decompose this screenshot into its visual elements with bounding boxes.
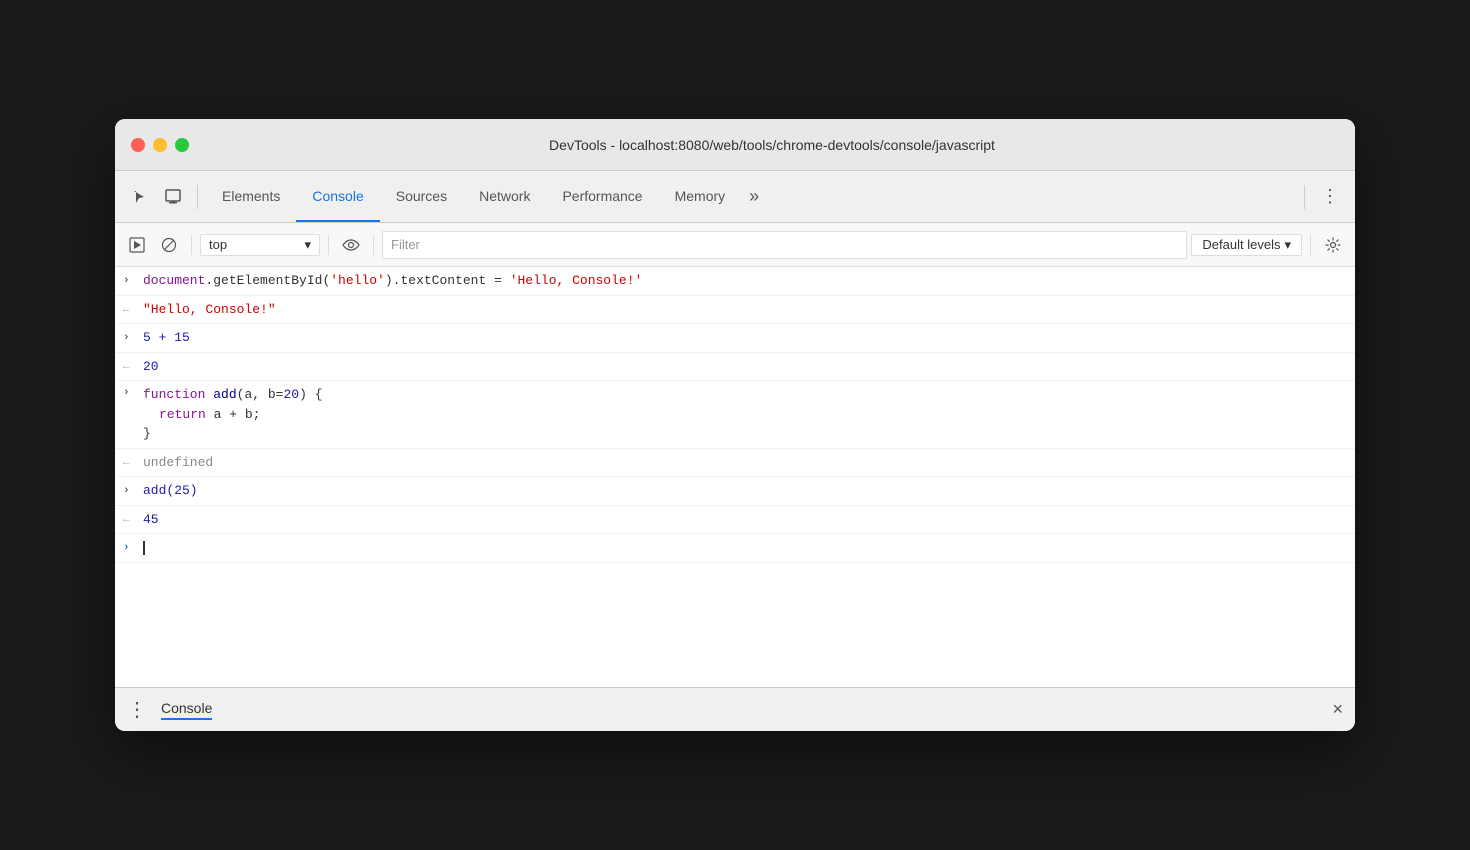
toolbar-separator (197, 185, 198, 209)
console-separator-3 (373, 235, 374, 255)
tab-elements[interactable]: Elements (206, 171, 296, 222)
cursor (143, 541, 145, 555)
console-line: ← 45 (115, 506, 1355, 535)
console-separator-4 (1310, 235, 1311, 255)
console-entry: function add(a, b=20) { return a + b; } (143, 385, 1347, 444)
console-line: › function add(a, b=20) { return a + b; … (115, 381, 1355, 449)
console-entry: 20 (143, 357, 1347, 377)
console-line: › add(25) (115, 477, 1355, 506)
tab-console[interactable]: Console (296, 171, 379, 222)
bottom-bar: ⋮ Console × (115, 687, 1355, 731)
execute-icon[interactable] (123, 231, 151, 259)
settings-icon[interactable] (1319, 231, 1347, 259)
maximize-button[interactable] (175, 138, 189, 152)
console-entry: 5 + 15 (143, 328, 1347, 348)
toolbar-separator-2 (1304, 185, 1305, 209)
console-line: ← 20 (115, 353, 1355, 382)
tab-more[interactable]: » (741, 186, 767, 207)
tab-memory[interactable]: Memory (659, 171, 742, 222)
inspect-icon[interactable] (157, 181, 189, 213)
log-levels-button[interactable]: Default levels ▾ (1191, 234, 1302, 256)
tab-sources[interactable]: Sources (380, 171, 463, 222)
console-line: › document.getElementById('hello').textC… (115, 267, 1355, 296)
context-selector[interactable]: top ▾ (200, 234, 320, 256)
filter-input[interactable] (382, 231, 1187, 259)
input-arrow[interactable]: › (123, 271, 143, 290)
tab-navigation: Elements Console Sources Network Perform… (206, 171, 1296, 222)
input-arrow[interactable]: › (123, 328, 143, 347)
bottom-bar-menu-icon[interactable]: ⋮ (127, 697, 149, 722)
title-bar: DevTools - localhost:8080/web/tools/chro… (115, 119, 1355, 171)
console-entry: add(25) (143, 481, 1347, 501)
main-toolbar: Elements Console Sources Network Perform… (115, 171, 1355, 223)
console-separator (191, 235, 192, 255)
console-entry: "Hello, Console!" (143, 300, 1347, 320)
console-active-input[interactable] (143, 538, 1347, 558)
traffic-lights (131, 138, 189, 152)
close-panel-icon[interactable]: × (1332, 699, 1343, 720)
console-toolbar: top ▾ Default levels ▾ (115, 223, 1355, 267)
cursor-icon[interactable] (123, 181, 155, 213)
console-input-line[interactable]: › (115, 534, 1355, 563)
close-button[interactable] (131, 138, 145, 152)
output-arrow: ← (123, 510, 143, 529)
levels-chevron-icon: ▾ (1284, 237, 1291, 253)
console-line: ← "Hello, Console!" (115, 296, 1355, 325)
console-entry: undefined (143, 453, 1347, 473)
eye-icon[interactable] (337, 231, 365, 259)
console-output: › document.getElementById('hello').textC… (115, 267, 1355, 687)
tab-network[interactable]: Network (463, 171, 546, 222)
tab-performance[interactable]: Performance (546, 171, 658, 222)
output-arrow: ← (123, 357, 143, 376)
console-line: › 5 + 15 (115, 324, 1355, 353)
input-arrow[interactable]: › (123, 538, 143, 557)
chevron-down-icon: ▾ (304, 237, 311, 253)
console-entry: document.getElementById('hello').textCon… (143, 271, 1347, 291)
minimize-button[interactable] (153, 138, 167, 152)
clear-icon[interactable] (155, 231, 183, 259)
output-arrow: ← (123, 300, 143, 319)
devtools-window: DevTools - localhost:8080/web/tools/chro… (115, 119, 1355, 731)
input-arrow[interactable]: › (123, 385, 143, 402)
console-line: ← undefined (115, 449, 1355, 478)
output-arrow: ← (123, 453, 143, 472)
console-entry: 45 (143, 510, 1347, 530)
bottom-bar-title: Console (161, 700, 212, 720)
console-separator-2 (328, 235, 329, 255)
window-title: DevTools - localhost:8080/web/tools/chro… (205, 137, 1339, 153)
input-arrow[interactable]: › (123, 481, 143, 500)
more-options-icon[interactable]: ⋮ (1313, 182, 1347, 211)
